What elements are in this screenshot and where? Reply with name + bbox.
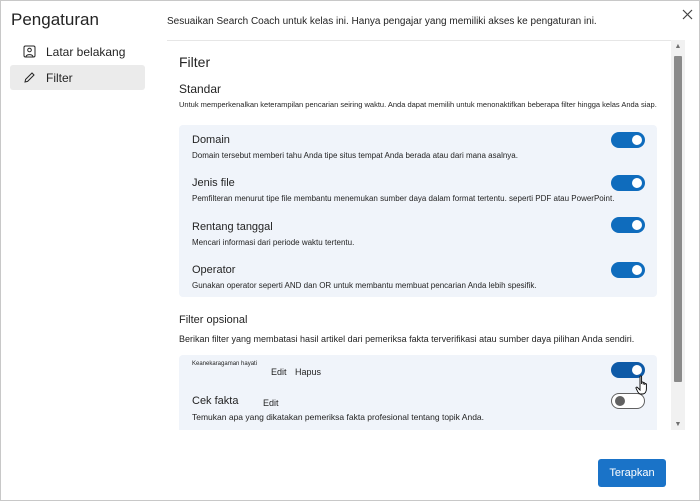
hand-cursor-icon [635, 375, 651, 397]
standard-filters-card: Domain Domain tersebut memberi tahu Anda… [179, 125, 657, 297]
toggle-knob [632, 220, 642, 230]
apply-button[interactable]: Terapkan [598, 459, 666, 487]
file-type-toggle[interactable] [611, 175, 645, 191]
optional-description: Berikan filter yang membatasi hasil arti… [179, 334, 635, 344]
toggle-knob [632, 178, 642, 188]
date-range-toggle[interactable] [611, 217, 645, 233]
filter-name: Domain [192, 134, 230, 146]
filter-description: Pemfilteran menurut tipe file membantu m… [192, 194, 615, 203]
dialog-title: Pengaturan [11, 10, 99, 29]
delete-button[interactable]: Hapus [295, 367, 321, 377]
toggle-knob [632, 265, 642, 275]
close-icon [682, 7, 693, 25]
scrollbar-thumb[interactable] [674, 56, 682, 382]
edit-button[interactable]: Edit [263, 398, 279, 408]
toggle-knob [632, 135, 642, 145]
image-icon [22, 45, 36, 59]
filter-description: Temukan apa yang dikatakan pemeriksa fak… [192, 412, 485, 422]
vertical-scrollbar[interactable]: ▲ ▼ [671, 40, 685, 430]
domain-toggle[interactable] [611, 132, 645, 148]
settings-dialog: Pengaturan Latar belakang Filter Sesuaik… [0, 0, 700, 501]
optional-title: Filter opsional [179, 314, 248, 326]
filter-name: Cek fakta [192, 395, 239, 407]
section-heading: Filter [179, 54, 211, 70]
filter-name: Rentang tanggal [192, 221, 273, 233]
filter-name: Operator [192, 264, 236, 276]
filter-panel[interactable]: Filter Standar Untuk memperkenalkan kete… [167, 40, 685, 430]
scroll-down-icon[interactable]: ▼ [671, 418, 685, 430]
toggle-knob [632, 365, 642, 375]
filter-description: Domain tersebut memberi tahu Anda tipe s… [192, 151, 518, 160]
nav-item-label: Filter [46, 70, 73, 85]
toggle-knob [615, 396, 625, 406]
pencil-icon [22, 71, 36, 85]
nav-item-label: Latar belakang [46, 44, 126, 59]
nav-item-filter[interactable]: Filter [10, 65, 145, 90]
filter-name: Jenis file [192, 177, 235, 189]
edit-button[interactable]: Edit [271, 367, 287, 377]
operator-toggle[interactable] [611, 262, 645, 278]
optional-filters-card: Keanekaragaman hayati Edit Hapus Cek fak… [179, 355, 657, 430]
close-button[interactable] [679, 8, 695, 24]
filter-name: Keanekaragaman hayati [192, 361, 258, 367]
filter-description: Gunakan operator seperti AND dan OR untu… [192, 281, 537, 290]
dialog-description: Sesuaikan Search Coach untuk kelas ini. … [167, 16, 597, 27]
scroll-up-icon[interactable]: ▲ [671, 40, 685, 52]
standard-title: Standar [179, 82, 222, 96]
nav-item-background[interactable]: Latar belakang [10, 39, 145, 64]
standard-description: Untuk memperkenalkan keterampilan pencar… [179, 100, 657, 109]
filter-description: Mencari informasi dari periode waktu ter… [192, 238, 355, 247]
